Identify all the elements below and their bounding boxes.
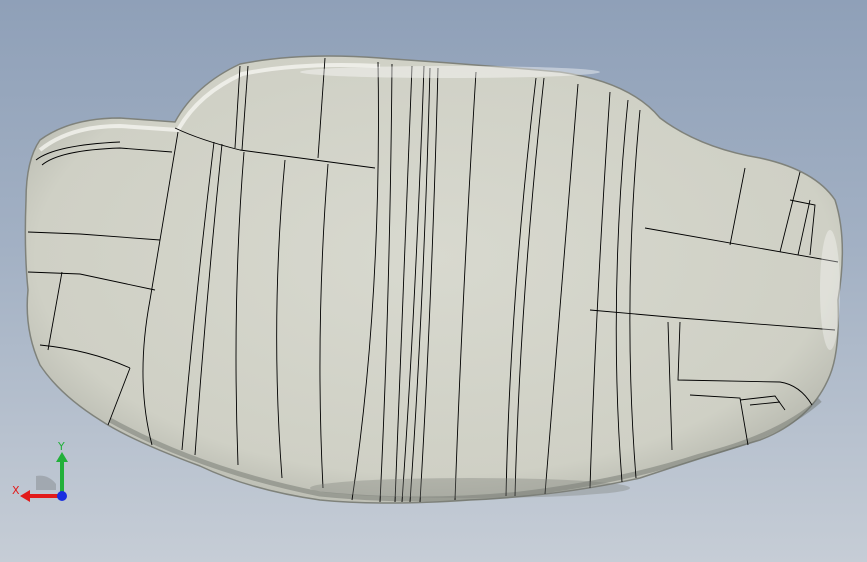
graphics-viewport[interactable]: Y X [0, 0, 867, 562]
shade-right [820, 230, 840, 350]
part-silhouette[interactable] [24, 55, 844, 504]
y-axis-label: Y [57, 440, 65, 453]
x-axis-label: X [12, 484, 20, 497]
y-axis-arrow-icon [56, 452, 68, 462]
coordinate-triad: Y X [12, 440, 68, 502]
x-axis-arrow-icon [20, 490, 30, 502]
model-view[interactable] [0, 0, 867, 562]
shade-top [300, 66, 600, 78]
triad-plane-icon [36, 475, 56, 490]
shade-bottom [310, 478, 630, 498]
z-axis-dot-icon [57, 491, 67, 501]
